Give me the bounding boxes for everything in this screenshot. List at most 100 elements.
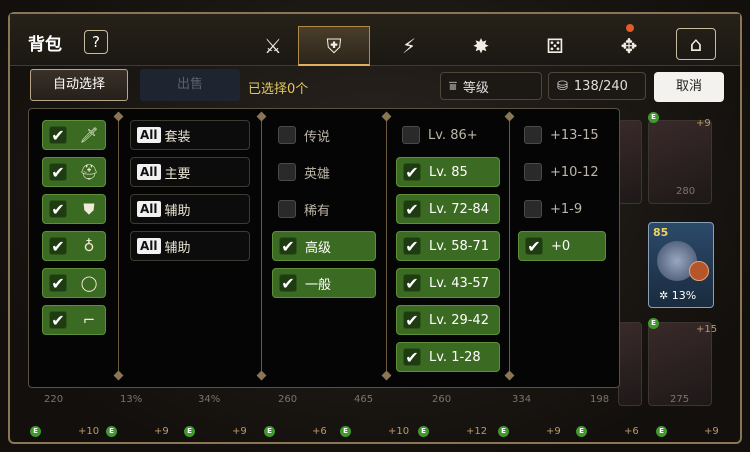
set-label: 主要 (164, 166, 191, 182)
filter-enhance[interactable]: ✔ +1-9 (518, 194, 606, 224)
filter-label: +0 (551, 238, 571, 254)
filter-enhance[interactable]: ✔ +10-12 (518, 157, 606, 187)
filter-label: Lv. 1-28 (429, 349, 481, 365)
sort-dropdown[interactable]: ⩸ 等级 (440, 72, 542, 100)
filter-label: Lv. 86+ (428, 127, 478, 143)
checkbox-icon: ✔ (403, 237, 421, 256)
filter-level[interactable]: ✔ Lv. 43-57 (396, 268, 500, 298)
filter-label: Lv. 72-84 (429, 201, 489, 217)
filter-label: Lv. 85 (429, 164, 468, 180)
filter-level[interactable]: ✔ Lv. 86+ (396, 120, 500, 150)
filter-slot-weapon[interactable]: ✔ 🗡 (42, 120, 106, 150)
auto-select-button[interactable]: 自动选择 (30, 69, 128, 101)
filter-slot-ring[interactable]: ✔ ◯ (42, 268, 106, 298)
inventory-capacity: ⛁ 138/240 (548, 72, 646, 100)
filter-label: 稀有 (304, 203, 331, 219)
filter-label: +1-9 (550, 201, 583, 217)
tab-sword-shield[interactable]: ⚔ (252, 28, 294, 64)
weapon-icon: 🗡 (79, 126, 99, 144)
checkbox-icon: ✔ (524, 126, 542, 144)
filter-slot-boots[interactable]: ✔ ⌐ (42, 305, 106, 335)
checkbox-icon: ✔ (49, 237, 67, 256)
filter-label: 英雄 (304, 166, 331, 182)
checkbox-icon: ✔ (403, 163, 421, 182)
checkbox-icon: ✔ (49, 200, 67, 219)
inventory-count: 138/240 (573, 78, 628, 94)
armor-icon: ⛊ (83, 200, 95, 218)
filter-label: 传说 (304, 129, 331, 145)
tab-lightning[interactable]: ⚡ (388, 28, 430, 64)
checkbox-icon: ✔ (403, 311, 421, 330)
filter-slot-helmet[interactable]: ✔ ⛑ (42, 157, 106, 187)
checkbox-icon: ✔ (403, 274, 421, 293)
tab-shield-crossed[interactable]: ⛨ (298, 26, 370, 66)
checkbox-icon: ✔ (278, 200, 296, 218)
help-button[interactable]: ? (84, 30, 108, 54)
filter-label: +10-12 (550, 164, 599, 180)
all-tag: All (137, 238, 161, 254)
checkbox-icon: ✔ (403, 200, 421, 219)
sort-label: 等级 (462, 80, 489, 96)
checkbox-icon: ✔ (278, 126, 296, 144)
set-label: 辅助 (164, 240, 191, 256)
checkbox-icon: ✔ (279, 274, 297, 293)
filter-rarity[interactable]: ✔ 英雄 (272, 157, 376, 187)
filter-rarity[interactable]: ✔ 传说 (272, 120, 376, 150)
all-tag: All (137, 164, 161, 180)
filter-set-row[interactable]: All 主要 (130, 157, 250, 187)
filter-set-row[interactable]: All 套装 (130, 120, 250, 150)
cancel-button[interactable]: 取消 (654, 72, 724, 102)
storage-house-icon: ⌂ (689, 32, 703, 56)
notification-dot (626, 24, 634, 32)
filter-label: Lv. 58-71 (429, 238, 489, 254)
filter-level[interactable]: ✔ Lv. 1-28 (396, 342, 500, 372)
filter-rarity[interactable]: ✔ 高级 (272, 231, 376, 261)
all-tag: All (137, 201, 161, 217)
puzzle-icon: ✥ (620, 34, 638, 58)
checkbox-icon: ✔ (402, 126, 420, 144)
filter-set-row[interactable]: All 辅助 (130, 231, 250, 261)
tab-spiky-emblem[interactable]: ✸ (460, 28, 502, 64)
filter-label: 一般 (305, 277, 332, 293)
necklace-icon: ♁ (83, 237, 95, 255)
filter-label: +13-15 (550, 127, 599, 143)
column-divider (118, 116, 119, 376)
filter-level[interactable]: ✔ Lv. 85 (396, 157, 500, 187)
filter-level[interactable]: ✔ Lv. 72-84 (396, 194, 500, 224)
filter-enhance[interactable]: ✔ +13-15 (518, 120, 606, 150)
column-divider (261, 116, 262, 376)
filter-label: 高级 (305, 240, 332, 256)
filter-rarity[interactable]: ✔ 稀有 (272, 194, 376, 224)
sword-shield-icon: ⚔ (264, 34, 282, 58)
bag-capacity-icon: ⛁ (557, 78, 568, 94)
filter-level[interactable]: ✔ Lv. 29-42 (396, 305, 500, 335)
shield-crossed-icon: ⛨ (326, 33, 342, 58)
set-label: 辅助 (164, 203, 191, 219)
filter-set-row[interactable]: All 辅助 (130, 194, 250, 224)
checkbox-icon: ✔ (525, 237, 543, 256)
filter-sort-icon: ⩸ (449, 78, 457, 94)
filter-slot-armor[interactable]: ✔ ⛊ (42, 194, 106, 224)
tab-puzzle[interactable]: ✥ (608, 28, 650, 64)
page-title: 背包 (28, 35, 62, 55)
checkbox-icon: ✔ (524, 163, 542, 181)
filter-label: Lv. 43-57 (429, 275, 489, 291)
filter-slot-necklace[interactable]: ✔ ♁ (42, 231, 106, 261)
sell-button[interactable]: 出售 (140, 69, 240, 101)
dice-icon: ⚄ (546, 34, 564, 58)
all-tag: All (137, 127, 161, 143)
filter-enhance[interactable]: ✔ +0 (518, 231, 606, 261)
checkbox-icon: ✔ (49, 274, 67, 293)
tab-storage-house[interactable]: ⌂ (676, 28, 716, 60)
column-divider (386, 116, 387, 376)
checkbox-icon: ✔ (524, 200, 542, 218)
checkbox-icon: ✔ (49, 163, 67, 182)
ring-icon: ◯ (80, 274, 98, 292)
boots-icon: ⌐ (82, 311, 96, 329)
filter-rarity[interactable]: ✔ 一般 (272, 268, 376, 298)
selected-count: 已选择0个 (248, 82, 309, 97)
spiky-emblem-icon: ✸ (472, 34, 490, 58)
helmet-icon: ⛑ (79, 163, 99, 181)
filter-level[interactable]: ✔ Lv. 58-71 (396, 231, 500, 261)
tab-dice[interactable]: ⚄ (534, 28, 576, 64)
